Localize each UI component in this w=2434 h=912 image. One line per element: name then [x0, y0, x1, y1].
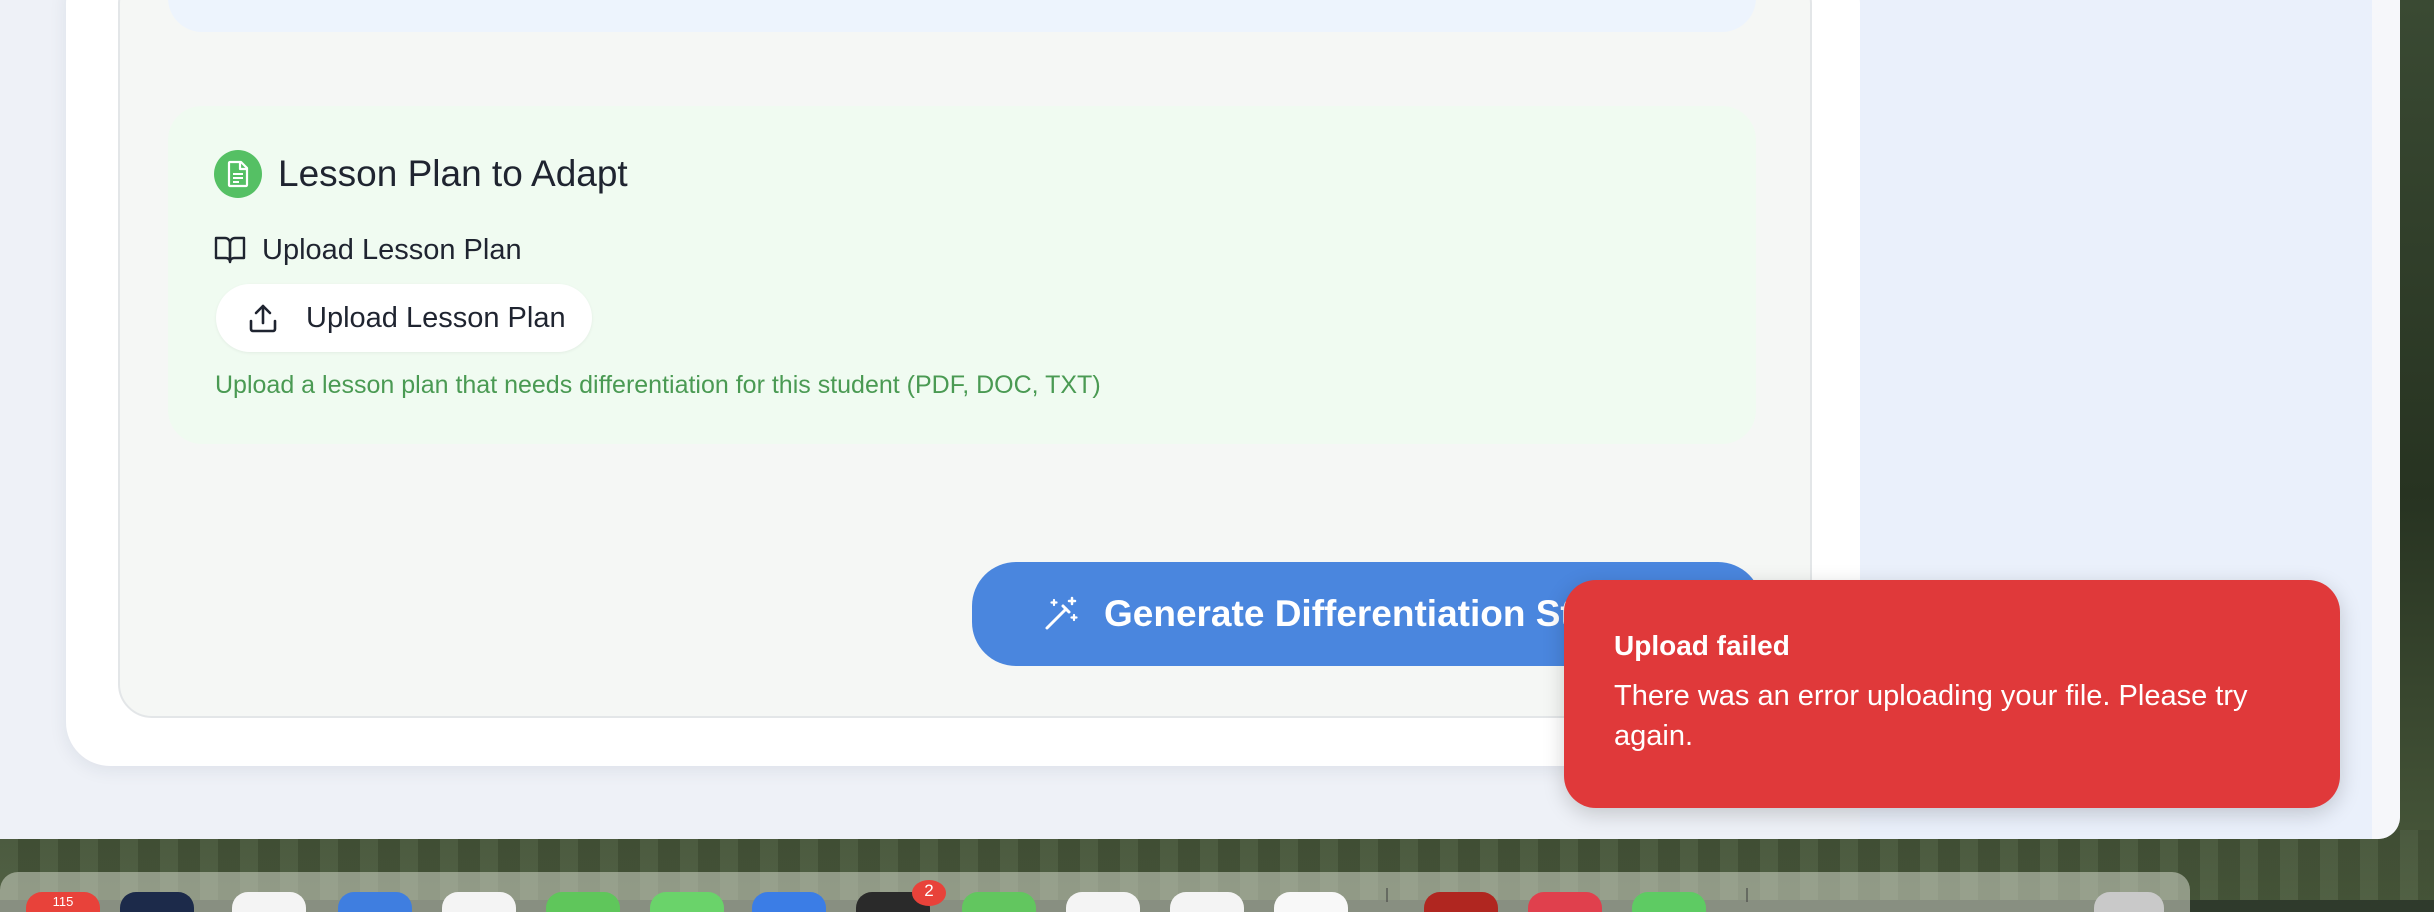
dock-notification-badge: 2	[912, 880, 946, 906]
dock-app[interactable]	[1528, 892, 1602, 912]
dock-app[interactable]	[650, 892, 724, 912]
dock-app[interactable]	[962, 892, 1036, 912]
upload-icon	[246, 301, 280, 335]
magic-wand-icon	[1042, 595, 1080, 633]
dock-app[interactable]	[1632, 892, 1706, 912]
dock-app[interactable]	[752, 892, 826, 912]
dock-app[interactable]	[1274, 892, 1348, 912]
student-info-section	[168, 0, 1756, 32]
dock-app[interactable]	[546, 892, 620, 912]
dock-app[interactable]	[338, 892, 412, 912]
upload-lesson-plan-button[interactable]: Upload Lesson Plan	[216, 284, 592, 352]
upload-field-label: Upload Lesson Plan	[262, 234, 522, 266]
dock-app-calendar[interactable]: 115	[26, 892, 100, 912]
dock-app[interactable]	[1066, 892, 1140, 912]
dock-trash[interactable]	[2094, 892, 2164, 912]
scroll-edge	[2372, 0, 2400, 839]
dock-app[interactable]	[120, 892, 194, 912]
upload-error-toast[interactable]: Upload failed There was an error uploadi…	[1564, 580, 2340, 808]
section-title: Lesson Plan to Adapt	[278, 153, 628, 194]
upload-button-label: Upload Lesson Plan	[306, 301, 566, 334]
dock-app[interactable]	[442, 892, 516, 912]
dock-app[interactable]	[232, 892, 306, 912]
document-icon	[214, 150, 262, 198]
upload-helper-text: Upload a lesson plan that needs differen…	[215, 371, 1101, 399]
dock-app[interactable]	[1170, 892, 1244, 912]
toast-title: Upload failed	[1614, 630, 1790, 661]
book-open-icon	[214, 234, 246, 264]
toast-message: There was an error uploading your file. …	[1614, 680, 2248, 752]
dock-app[interactable]	[1424, 892, 1498, 912]
